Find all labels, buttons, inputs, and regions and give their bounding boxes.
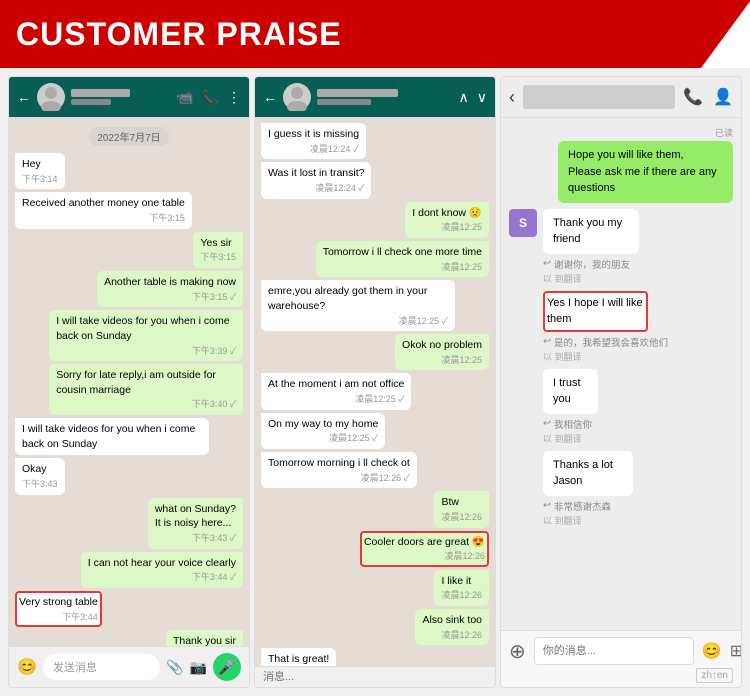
wc-msg-row-2: Yes I hope I will like them ↩是的，我希望我会喜欢他…	[509, 291, 733, 363]
wc-call-icon[interactable]: 📞	[683, 87, 703, 107]
wc-emoji-icon[interactable]: 😊	[702, 641, 722, 661]
wa-body-2: I guess it is missing凌晨12:24 ✓ Was it lo…	[255, 117, 495, 666]
attach-icon[interactable]: 📎	[166, 659, 183, 676]
avatar-1	[37, 83, 65, 111]
wc-msg-row-4: Thanks a lot Jason ↩非常感谢杰森 以 到翻译	[509, 451, 733, 527]
wc-translate-label-2: 以 到翻译	[543, 350, 674, 363]
wc-translate-label: 以 到翻译	[543, 272, 663, 285]
video-call-icon[interactable]: 📹	[176, 89, 193, 106]
wa-body-1: 2022年7月7日 Hey下午3:14 Received another mon…	[9, 117, 249, 646]
wc-plus-icon[interactable]: ⊕	[509, 639, 526, 664]
chat-panel-1: ← 📹 📞 ⋮ 2022年7月7日 Hey下午3:14 Received ano…	[8, 76, 250, 688]
msg-sent: Another table is making now下午3:15 ✓	[97, 271, 243, 307]
msg-received: At the moment i am not office凌晨12:25 ✓	[261, 373, 411, 409]
chat-input-2[interactable]	[263, 671, 487, 683]
wa-icons-1: 📹 📞 ⋮	[176, 89, 241, 106]
wc-msg-row-3: I trust you ↩我相信你 以 到翻译	[509, 369, 733, 445]
msg-received: I guess it is missing凌晨12:24 ✓	[261, 123, 366, 159]
wc-translate-1: ↩谢谢你，我的朋友	[543, 257, 663, 271]
msg-sent: Okok no problem凌晨12:25	[395, 334, 489, 370]
msg-sent: Tomorrow i ll check one more time凌晨12:25	[316, 241, 489, 277]
wc-read-label: 已读	[715, 126, 733, 139]
wc-avatar-s: S	[509, 209, 537, 237]
wc-footer-icons: 😊 ⊞	[702, 641, 742, 661]
msg-sent: Sorry for late reply,i am outside for co…	[49, 364, 243, 415]
msg-sent: Also sink too凌晨12:26	[415, 609, 489, 645]
wa-icons-2: ∧ ∨	[459, 89, 488, 106]
wc-msg-sent: Hope you will like them,Please ask me if…	[558, 141, 733, 203]
header-triangle-decoration	[701, 0, 750, 68]
wc-translate-label-4: 以 到翻译	[543, 514, 655, 527]
wc-footer-top: ⊕ 😊 ⊞	[509, 637, 733, 665]
chevron-down-icon[interactable]: ∨	[477, 89, 487, 106]
msg-sent: I like it凌晨12:26	[434, 570, 489, 606]
wa-header-1: ← 📹 📞 ⋮	[9, 77, 249, 117]
wc-translate-2: ↩是的，我希望我会喜欢他们	[543, 335, 674, 349]
wc-lang-hint-row: zh↑en	[509, 669, 733, 681]
msg-sent: I will take videos for you when i come b…	[49, 310, 243, 361]
wc-msg-row-sent: 已读 Hope you will like them,Please ask me…	[514, 126, 733, 203]
wc-search-bar	[523, 85, 675, 109]
chat-input-1[interactable]: 发送消息	[43, 654, 160, 680]
phone-icon[interactable]: 📞	[202, 89, 219, 106]
wa-footer-1: 😊 发送消息 📎 📷 🎤	[9, 646, 249, 687]
wc-body: 已读 Hope you will like them,Please ask me…	[501, 118, 741, 630]
main-content: ← 📹 📞 ⋮ 2022年7月7日 Hey下午3:14 Received ano…	[0, 68, 750, 696]
msg-received: emre,you already got them in your wareho…	[261, 280, 455, 331]
msg-received: On my way to my home凌晨12:25 ✓	[261, 413, 385, 449]
wc-translate-3: ↩我相信你	[543, 417, 611, 431]
camera-icon[interactable]: 📷	[190, 659, 207, 676]
back-arrow-icon[interactable]: ←	[17, 89, 31, 105]
wc-translate-label-3: 以 到翻译	[543, 432, 611, 445]
wa-header-2: ← ∧ ∨	[255, 77, 495, 117]
chat-panel-3: ‹ 📞 👤 已读 Hope you will like them,Please …	[500, 76, 742, 688]
msg-sent: Yes sir下午3:15	[193, 232, 243, 268]
msg-received: I will take videos for you when i come b…	[15, 418, 209, 455]
highlighted-msg-2: Cooler doors are great 😍凌晨12:26	[360, 531, 489, 567]
msg-received: Was it lost in transit?凌晨12:24 ✓	[261, 162, 371, 198]
back-arrow-2-icon[interactable]: ←	[263, 89, 277, 105]
msg-received: Received another money one table下午3:15	[15, 192, 192, 228]
wc-lang-hint: zh↑en	[696, 668, 733, 683]
more-icon[interactable]: ⋮	[227, 89, 241, 106]
msg-received: That is great!凌晨12:27 ✓	[261, 648, 336, 666]
wc-msg-row-1: S Thank you my friend ↩谢谢你，我的朋友 以 到翻译	[509, 209, 733, 285]
page-title: CUSTOMER PRAISE	[16, 16, 342, 53]
msg-received: Hey下午3:14	[15, 153, 65, 189]
wc-footer: ⊕ 😊 ⊞ zh↑en	[501, 630, 741, 687]
wc-contact-icon[interactable]: 👤	[713, 87, 733, 107]
wc-header-icons: 📞 👤	[683, 87, 733, 107]
msg-sent: Btw凌晨12:26	[434, 491, 489, 527]
msg-sent: I can not hear your voice clearly下午3:44 …	[81, 552, 243, 588]
msg-sent: I dont know 😟凌晨12:25	[405, 202, 489, 238]
msg-sent: what on Sunday?It is noisy here...下午3:43…	[148, 498, 243, 549]
wa-footer-2	[255, 666, 495, 687]
date-divider-1: 2022年7月7日	[89, 127, 168, 146]
wc-more-icon[interactable]: ⊞	[730, 641, 742, 661]
mic-button[interactable]: 🎤	[213, 653, 241, 681]
header: CUSTOMER PRAISE	[0, 0, 750, 68]
msg-received: Tomorrow morning i ll check ot凌晨12:26 ✓	[261, 452, 417, 488]
wc-msg-received: Thank you my friend	[543, 209, 639, 254]
wc-msg-received-3: Thanks a lot Jason	[543, 451, 633, 496]
wc-back-icon[interactable]: ‹	[509, 87, 515, 108]
avatar-2	[283, 83, 311, 111]
chat-panel-2: ← ∧ ∨ I guess it is missing凌晨12:24 ✓ Was…	[254, 76, 496, 688]
wc-chat-input[interactable]	[534, 637, 694, 665]
highlighted-msg: Very strong table下午3:44	[15, 591, 102, 627]
wc-msg-received-2: I trust you	[543, 369, 598, 414]
wc-translate-4: ↩非常感谢杰森	[543, 499, 655, 513]
msg-received: Okay下午3:43	[15, 458, 65, 494]
emoji-icon[interactable]: 😊	[17, 657, 37, 677]
msg-sent: Thank you sir下午3:44 ✓	[166, 630, 243, 646]
chevron-up-icon[interactable]: ∧	[459, 89, 469, 106]
wc-header: ‹ 📞 👤	[501, 77, 741, 118]
wc-highlighted-msg: Yes I hope I will like them	[543, 291, 648, 332]
